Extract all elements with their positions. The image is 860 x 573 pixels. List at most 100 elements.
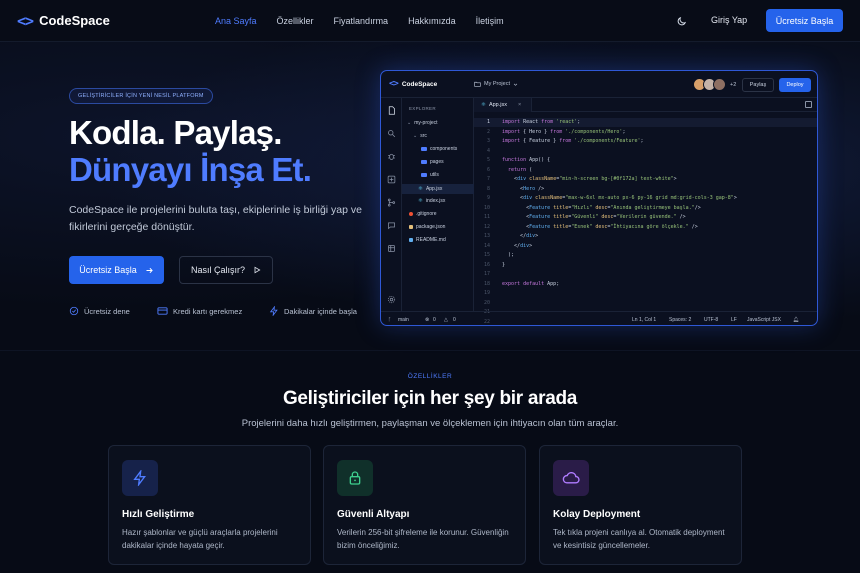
nav-link-pricing[interactable]: Fiyatlandırma xyxy=(334,16,389,26)
brand-logo[interactable]: <> CodeSpace xyxy=(17,12,110,30)
line-number: 1 xyxy=(486,119,490,125)
editor-tab-app-jsx[interactable]: ⚛ App.jsx × xyxy=(474,98,532,112)
deploy-button[interactable]: Deploy xyxy=(779,78,811,92)
line-number: 4 xyxy=(486,147,490,154)
avatar xyxy=(713,78,726,91)
project-selector[interactable]: My Project xyxy=(474,81,518,87)
tree-folder-src[interactable]: ⌄ src xyxy=(413,133,427,139)
nav-link-about[interactable]: Hakkımızda xyxy=(408,16,456,26)
line-number: 6 xyxy=(486,166,490,173)
search-icon[interactable] xyxy=(387,129,396,138)
extensions-icon[interactable] xyxy=(387,175,396,184)
json-file-icon xyxy=(409,225,413,229)
source-control-icon[interactable] xyxy=(387,198,396,207)
folder-icon xyxy=(421,160,427,164)
code-line[interactable]: function App() { xyxy=(502,157,550,163)
line-number: 15 xyxy=(483,252,490,258)
package-icon[interactable] xyxy=(387,244,396,253)
code-line[interactable]: <div className="max-w-6xl mx-auto px-6 p… xyxy=(502,195,737,201)
line-number: 3 xyxy=(486,138,490,144)
cursor-position[interactable]: Ln 1, Col 1 xyxy=(632,317,656,323)
code-brackets-icon: <> xyxy=(389,79,399,89)
git-file-icon xyxy=(409,212,413,216)
code-editor-mockup: <> CodeSpace My Project +2 Paylaş Deploy… xyxy=(380,70,818,326)
login-link[interactable]: Giriş Yap xyxy=(711,15,747,25)
code-line[interactable]: ); xyxy=(502,252,514,258)
folder-icon xyxy=(474,81,481,87)
hero-lead: CodeSpace ile projelerini buluta taşı, e… xyxy=(69,204,362,233)
tab-label: App.jsx xyxy=(488,102,507,108)
tree-folder-components[interactable]: components xyxy=(421,146,457,152)
editor-brand: <> CodeSpace xyxy=(389,79,437,89)
encoding[interactable]: UTF-8 xyxy=(704,317,718,323)
chevron-down-icon: ⌄ xyxy=(407,120,412,126)
tree-file-gitignore[interactable]: .gitignore xyxy=(409,211,437,217)
branch-name[interactable]: main xyxy=(398,317,409,323)
editor-tabbar: ⚛ App.jsx × xyxy=(474,98,817,112)
code-line[interactable]: return ( xyxy=(502,167,532,173)
tree-file-readme[interactable]: README.md xyxy=(409,237,446,243)
share-button[interactable]: Paylaş xyxy=(742,78,774,92)
code-line[interactable]: <div className="min-h-screen bg-[#0f172a… xyxy=(502,176,677,182)
features-title: Geliştiriciler için her şey bir arada xyxy=(282,388,578,409)
tree-file-app-jsx[interactable]: ⚛ App.jsx xyxy=(402,184,474,194)
bug-icon[interactable] xyxy=(387,152,396,161)
line-ending[interactable]: LF xyxy=(731,317,737,323)
language-mode[interactable]: JavaScript JSX xyxy=(747,317,781,323)
line-number: 13 xyxy=(483,233,490,239)
react-file-icon: ⚛ xyxy=(418,198,423,204)
code-line[interactable]: <Feature title="Esnek" desc="İhtiyacına … xyxy=(502,224,698,230)
error-icon: ⊗ xyxy=(425,317,430,323)
section-divider xyxy=(0,350,860,351)
files-icon[interactable] xyxy=(387,106,396,115)
nav-link-home[interactable]: Ana Sayfa xyxy=(215,16,257,26)
code-line[interactable]: import { Feature } from './components/Fe… xyxy=(502,138,644,144)
card-title: Güvenli Altyapı xyxy=(337,509,410,520)
how-it-works-button[interactable]: Nasıl Çalışır? xyxy=(179,256,273,284)
credit-card-icon xyxy=(157,307,168,315)
theme-toggle-button[interactable] xyxy=(672,12,690,30)
feature-card-fast: Hızlı Geliştirme Hazır şablonlar ve güçl… xyxy=(108,445,311,565)
code-line[interactable]: </div> xyxy=(502,233,538,239)
editor-brand-name: CodeSpace xyxy=(401,80,438,88)
gear-icon[interactable] xyxy=(387,295,396,304)
error-count[interactable]: 0 xyxy=(433,317,436,323)
nav-link-features[interactable]: Özellikler xyxy=(277,16,314,26)
close-icon[interactable]: × xyxy=(518,102,521,108)
markdown-file-icon xyxy=(409,238,413,242)
tree-folder-pages[interactable]: pages xyxy=(421,159,444,165)
features-eyebrow: ÖZELLİKLER xyxy=(407,373,453,380)
code-line[interactable]: <Feature title="Güvenli" desc="Verilerin… xyxy=(502,214,686,220)
warning-icon: △ xyxy=(444,317,448,323)
code-line[interactable]: <Feature title="Hızlı" desc="Anında geli… xyxy=(502,205,701,211)
lightning-icon xyxy=(269,306,278,316)
code-line[interactable]: </div> xyxy=(502,243,532,249)
code-line[interactable]: import React from 'react'; xyxy=(502,119,580,125)
status-bar: ᚴ main ⊗ 0 △ 0 Ln 1, Col 1 Spaces: 2 UTF… xyxy=(381,311,817,325)
code-line[interactable]: export default App; xyxy=(502,281,559,287)
code-line[interactable]: <Hero /> xyxy=(502,186,544,192)
indentation[interactable]: Spaces: 2 xyxy=(669,317,691,323)
tree-item-label: pages xyxy=(430,159,444,165)
line-number: 14 xyxy=(483,242,490,249)
warning-count[interactable]: 0 xyxy=(453,317,456,323)
tree-file-index-jsx[interactable]: ⚛ index.jsx xyxy=(418,198,445,204)
code-line[interactable]: } xyxy=(502,262,505,268)
card-title: Kolay Deployment xyxy=(553,509,641,520)
code-line[interactable]: import { Hero } from './components/Hero'… xyxy=(502,129,625,135)
tree-item-label: .gitignore xyxy=(416,211,437,217)
tree-file-package-json[interactable]: package.json xyxy=(409,224,445,230)
tree-folder-my-project[interactable]: ⌄ my-project xyxy=(407,120,438,126)
bell-icon[interactable]: 🔔︎ xyxy=(793,317,799,323)
nav-links: Ana Sayfa Özellikler Fiyatlandırma Hakkı… xyxy=(215,16,524,26)
tree-item-label: README.md xyxy=(416,237,446,243)
nav-signup-button[interactable]: Ücretsiz Başla xyxy=(766,9,843,32)
hero-signup-button[interactable]: Ücretsiz Başla xyxy=(69,256,164,284)
nav-link-contact[interactable]: İletişim xyxy=(476,16,504,26)
hero-title-line1: Kodla. Paylaş. xyxy=(69,114,282,151)
collaborator-avatars[interactable]: +2 xyxy=(693,78,736,91)
chat-icon[interactable] xyxy=(387,221,396,230)
line-number: 7 xyxy=(486,176,490,182)
split-editor-icon[interactable] xyxy=(805,101,812,108)
tree-folder-utils[interactable]: utils xyxy=(421,172,439,178)
